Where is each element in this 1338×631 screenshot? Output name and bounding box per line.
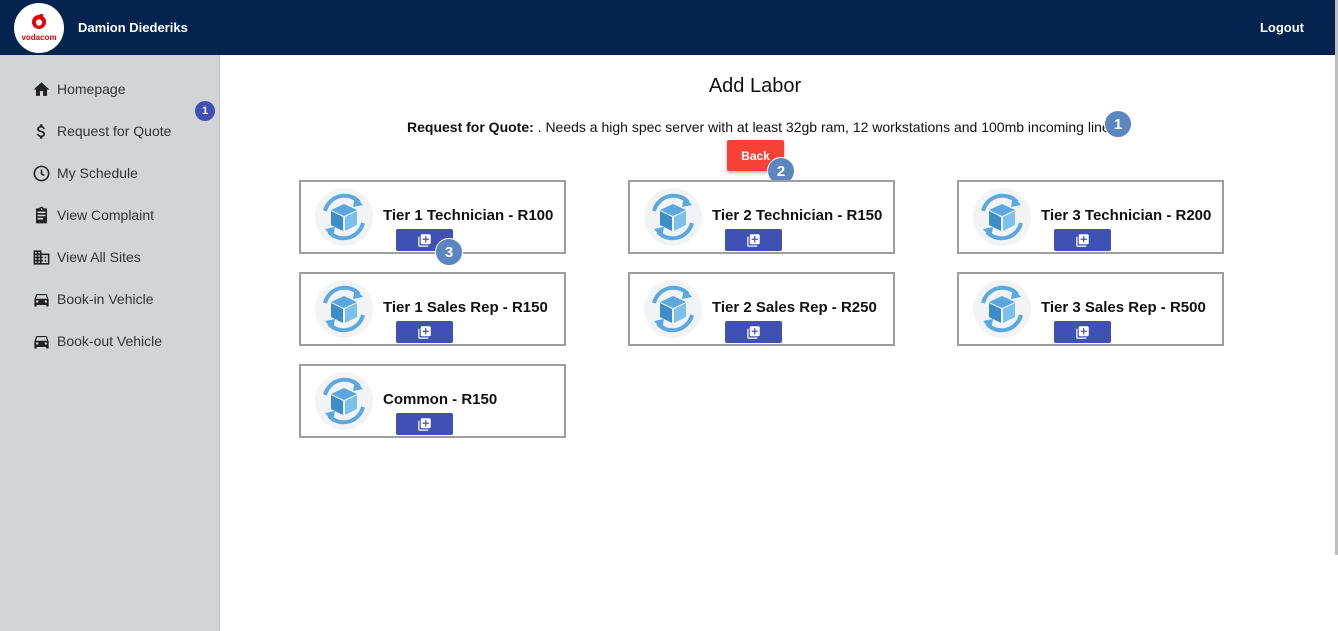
- labor-card: Common - R150: [299, 364, 566, 438]
- labor-card: Tier 2 Technician - R150: [628, 180, 895, 254]
- labor-card: Tier 1 Technician - R100: [299, 180, 566, 254]
- sidebar-item-request-for-quote[interactable]: Request for Quote: [32, 119, 171, 143]
- add-labor-button[interactable]: [725, 229, 782, 251]
- sidebar-item-label: My Schedule: [57, 165, 138, 181]
- sidebar-item-label: View All Sites: [57, 249, 141, 265]
- library-add-icon: [418, 233, 431, 247]
- quote-description: Request for Quote: . Needs a high spec s…: [407, 119, 1110, 135]
- card-title: Tier 3 Technician - R200: [1041, 207, 1212, 224]
- sidebar-item-label: Book-in Vehicle: [57, 291, 154, 307]
- car-icon: [34, 335, 49, 349]
- top-bar: vodacom Damion Diederiks Logout: [0, 0, 1335, 55]
- home-icon: [33, 81, 50, 96]
- brand-name: vodacom: [21, 33, 57, 42]
- sidebar-item-my-schedule[interactable]: My Schedule: [32, 161, 138, 185]
- sidebar: Homepage Request for Quote My Schedule V…: [0, 55, 220, 631]
- box-refresh-icon: [315, 188, 373, 246]
- box-refresh-icon: [315, 372, 373, 430]
- sidebar-item-label: Book-out Vehicle: [57, 333, 163, 349]
- clipboard-icon: [35, 206, 48, 223]
- library-add-icon: [418, 325, 431, 339]
- sidebar-item-book-out-vehicle[interactable]: Book-out Vehicle: [32, 329, 162, 353]
- box-refresh-icon: [644, 188, 702, 246]
- step-marker-1: 1: [1104, 110, 1132, 138]
- card-title: Common - R150: [383, 391, 498, 408]
- notification-badge: 1: [195, 101, 215, 121]
- library-add-icon: [747, 233, 760, 247]
- sidebar-item-view-complaint[interactable]: View Complaint: [32, 203, 154, 227]
- clock-icon: [33, 165, 50, 181]
- dollar-icon: [37, 123, 46, 139]
- labor-card: Tier 2 Sales Rep - R250: [628, 272, 895, 346]
- card-title: Tier 2 Sales Rep - R250: [712, 299, 877, 316]
- card-title: Tier 3 Sales Rep - R500: [1041, 299, 1206, 316]
- user-name: Damion Diederiks: [78, 20, 188, 35]
- add-labor-button[interactable]: [396, 321, 453, 343]
- quote-text: . Needs a high spec server with at least…: [533, 119, 1110, 135]
- page-title: Add Labor: [708, 75, 802, 97]
- box-refresh-icon: [973, 280, 1031, 338]
- logout-button[interactable]: Logout: [1260, 20, 1304, 35]
- box-refresh-icon: [973, 188, 1031, 246]
- add-labor-button[interactable]: [1054, 321, 1111, 343]
- labor-card: Tier 1 Sales Rep - R150: [299, 272, 566, 346]
- box-refresh-icon: [315, 280, 373, 338]
- library-add-icon: [418, 417, 431, 431]
- sidebar-item-label: Homepage: [57, 81, 126, 97]
- vodacom-logo[interactable]: vodacom: [14, 3, 64, 53]
- quote-label: Request for Quote:: [407, 119, 534, 135]
- box-refresh-icon: [644, 280, 702, 338]
- vodacom-speechmark-icon: [32, 13, 46, 29]
- card-title: Tier 1 Technician - R100: [383, 207, 554, 224]
- add-labor-button[interactable]: [725, 321, 782, 343]
- library-add-icon: [1076, 325, 1089, 339]
- labor-card: Tier 3 Sales Rep - R500: [957, 272, 1224, 346]
- labor-card: Tier 3 Technician - R200: [957, 180, 1224, 254]
- sidebar-item-label: View Complaint: [57, 207, 155, 223]
- main-content: Add Labor Request for Quote: . Needs a h…: [221, 55, 1335, 631]
- add-labor-button[interactable]: [1054, 229, 1111, 251]
- sidebar-item-label: Request for Quote: [57, 123, 172, 139]
- card-title: Tier 1 Sales Rep - R150: [383, 299, 548, 316]
- library-add-icon: [1076, 233, 1089, 247]
- building-icon: [33, 249, 50, 265]
- car-icon: [34, 293, 49, 307]
- sidebar-item-homepage[interactable]: Homepage: [32, 77, 126, 101]
- add-labor-button[interactable]: [396, 413, 453, 435]
- card-title: Tier 2 Technician - R150: [712, 207, 883, 224]
- sidebar-item-view-all-sites[interactable]: View All Sites: [32, 245, 141, 269]
- library-add-icon: [747, 325, 760, 339]
- step-marker-3: 3: [435, 238, 463, 266]
- sidebar-item-book-in-vehicle[interactable]: Book-in Vehicle: [32, 287, 154, 311]
